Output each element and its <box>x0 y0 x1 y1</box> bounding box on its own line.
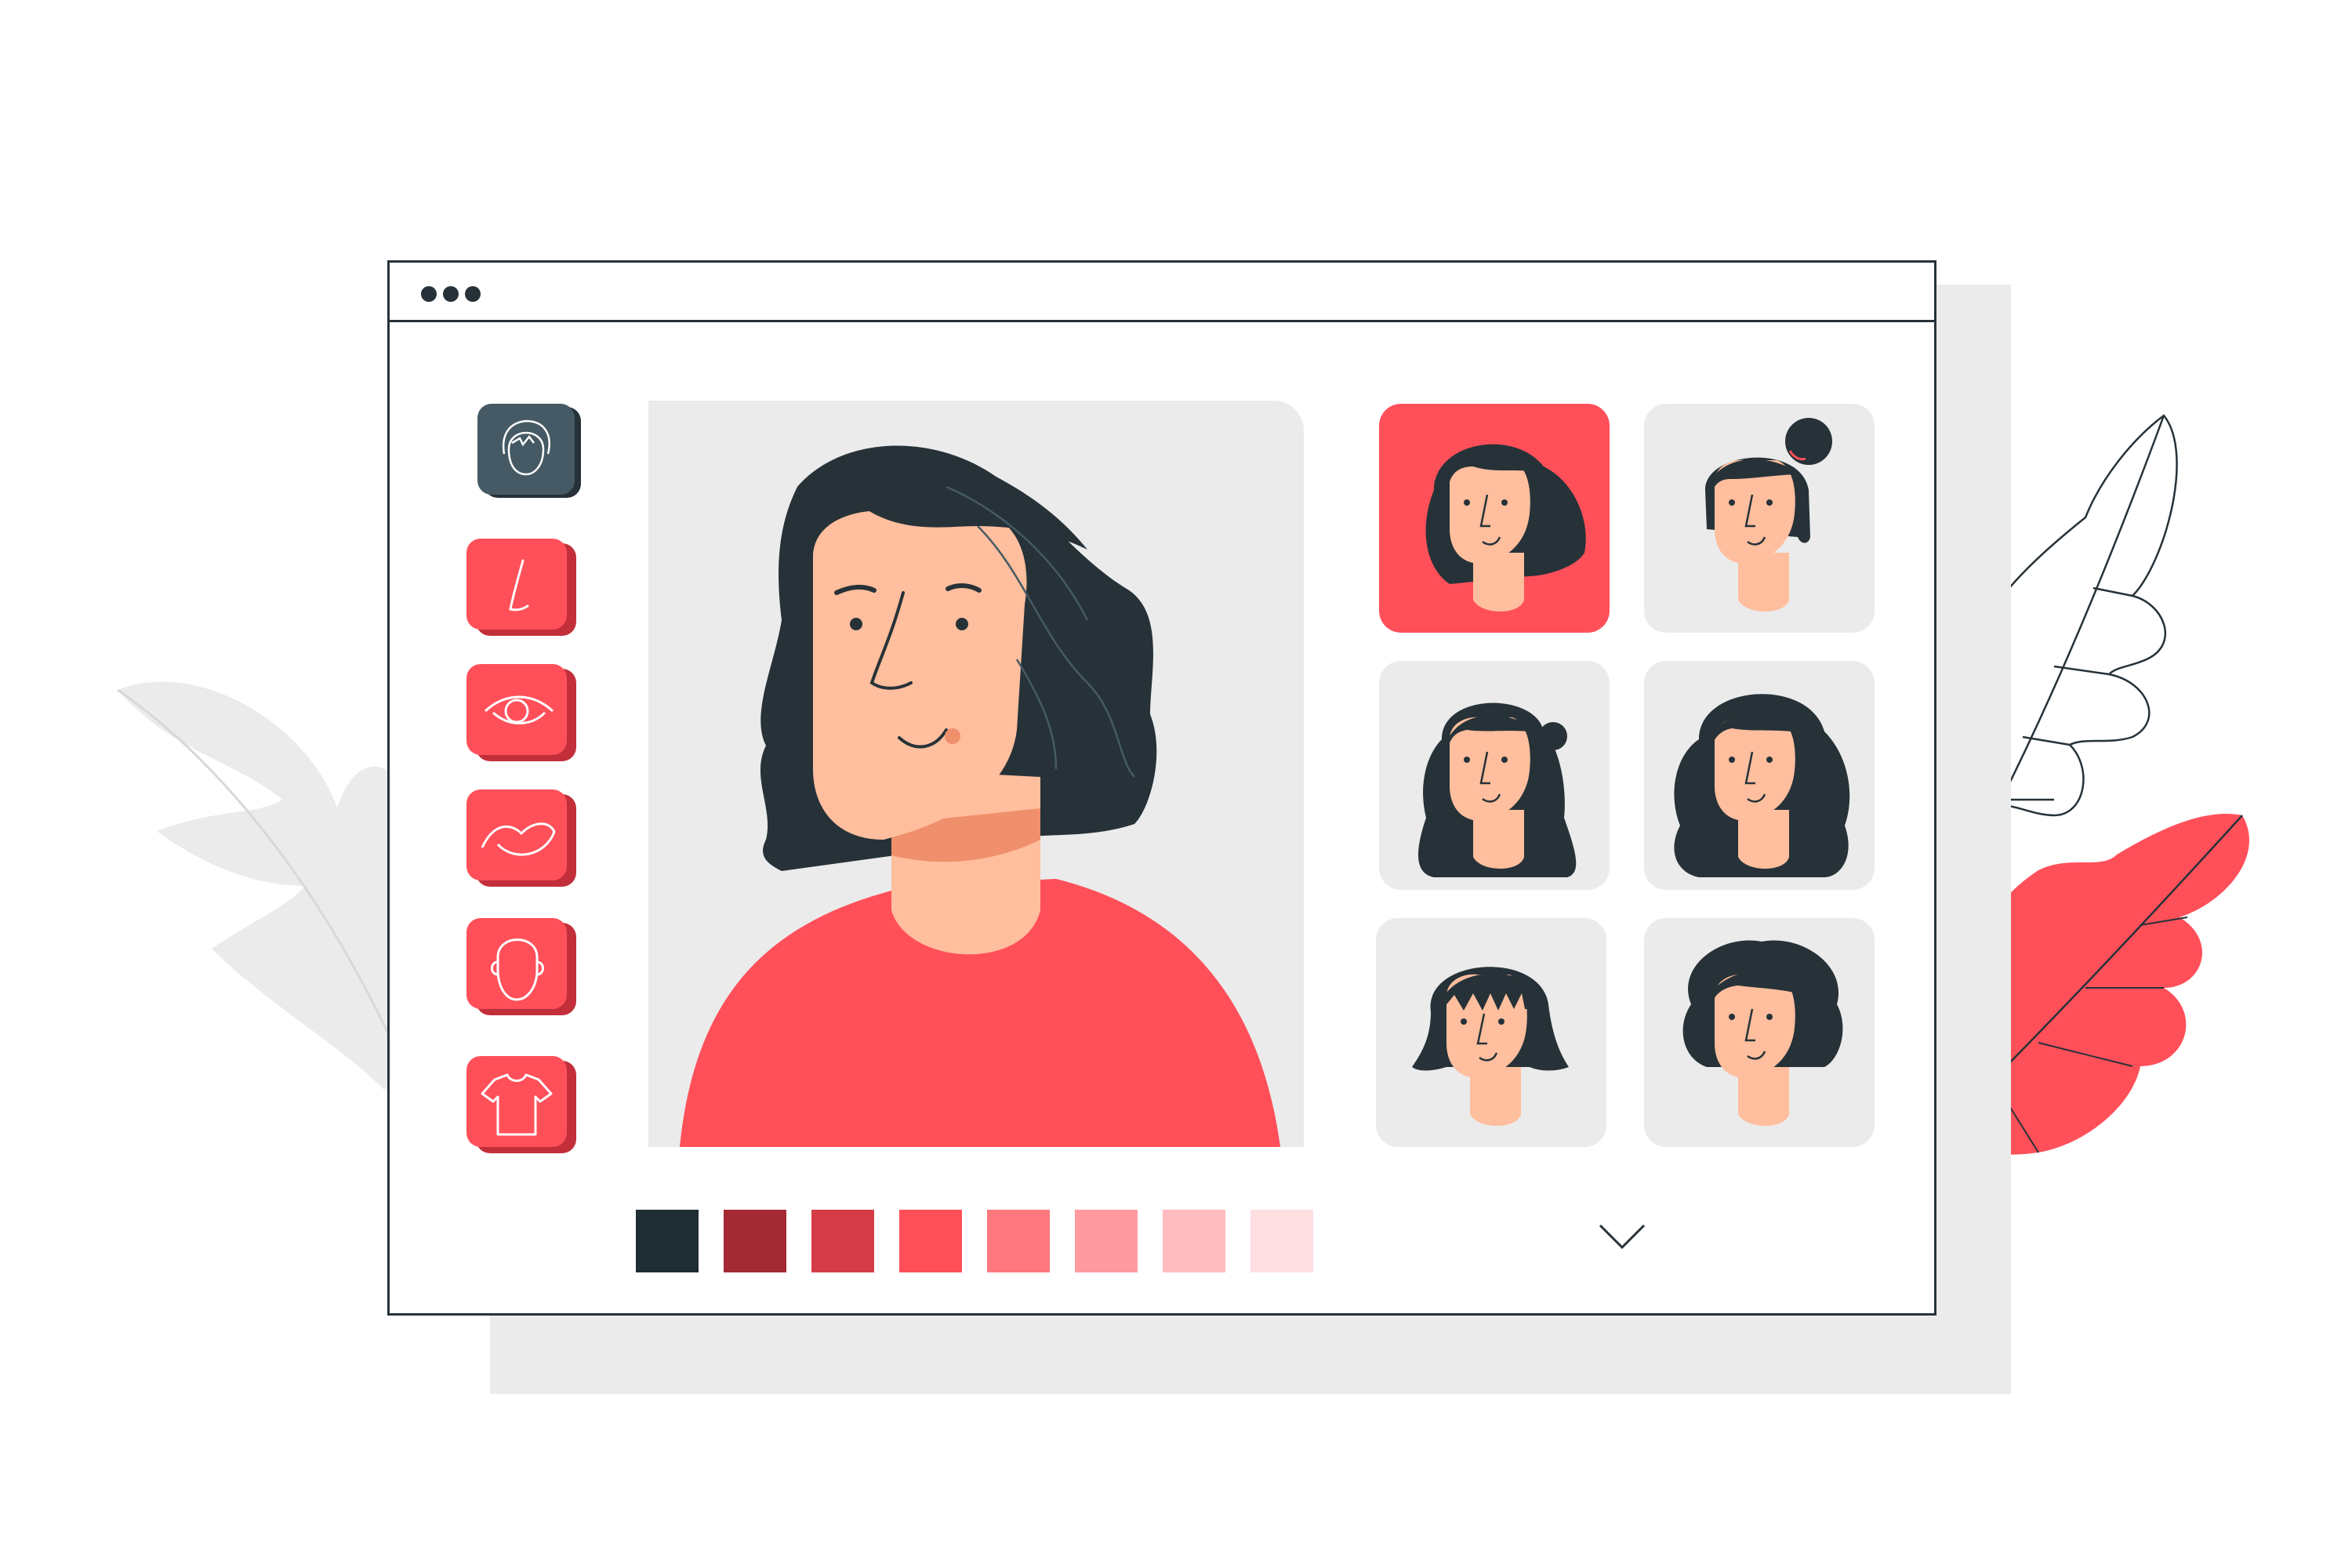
nose-icon <box>466 539 576 636</box>
eye-tool-button[interactable] <box>466 664 576 761</box>
mouth-icon <box>466 789 576 887</box>
color-swatch[interactable] <box>636 1210 699 1272</box>
hairstyle-option-top-bun[interactable] <box>1644 404 1875 633</box>
expand-palette-button[interactable] <box>1594 1218 1650 1255</box>
face-shape-icon <box>466 918 576 1015</box>
color-swatch[interactable] <box>1075 1210 1138 1272</box>
color-swatch[interactable] <box>1250 1210 1313 1272</box>
avatar-thumbnail <box>1674 694 1850 877</box>
color-swatch[interactable] <box>987 1210 1050 1272</box>
title-bar <box>390 263 1934 322</box>
eye-icon <box>466 664 576 761</box>
hair-icon <box>477 404 581 498</box>
hairstyle-option-bob-with-bangs[interactable] <box>1376 918 1606 1147</box>
avatar-thumbnail <box>1425 444 1586 612</box>
nose-tool-button[interactable] <box>466 539 576 636</box>
hairstyle-option-wavy-bob[interactable] <box>1379 404 1610 633</box>
window-control-dot[interactable] <box>443 286 459 302</box>
avatar-preview <box>680 445 1280 1147</box>
face-shape-tool-button[interactable] <box>466 918 576 1015</box>
color-swatch[interactable] <box>811 1210 874 1272</box>
clothing-tool-button[interactable] <box>466 1056 576 1153</box>
app-window <box>387 260 1936 1316</box>
avatar-thumbnail <box>1705 418 1832 612</box>
avatar-thumbnail <box>1418 702 1577 877</box>
tshirt-icon <box>466 1056 576 1153</box>
avatar-canvas <box>648 401 1304 1147</box>
hairstyle-option-short-curly[interactable] <box>1644 918 1875 1147</box>
hairstyle-option-half-up-waves[interactable] <box>1379 661 1610 890</box>
window-control-dot[interactable] <box>421 286 437 302</box>
color-swatch[interactable] <box>1163 1210 1225 1272</box>
avatar-thumbnail <box>1682 940 1843 1126</box>
hair-tool-button[interactable] <box>477 404 587 501</box>
window-control-dot[interactable] <box>465 286 481 302</box>
grey-leaf-decoration <box>117 681 416 1090</box>
mouth-tool-button[interactable] <box>466 789 576 887</box>
chevron-down-icon <box>1599 1224 1646 1250</box>
color-swatch[interactable] <box>899 1210 962 1272</box>
avatar-thumbnail <box>1412 967 1569 1126</box>
hairstyle-option-long-curls[interactable] <box>1644 661 1875 890</box>
color-swatch[interactable] <box>724 1210 786 1272</box>
